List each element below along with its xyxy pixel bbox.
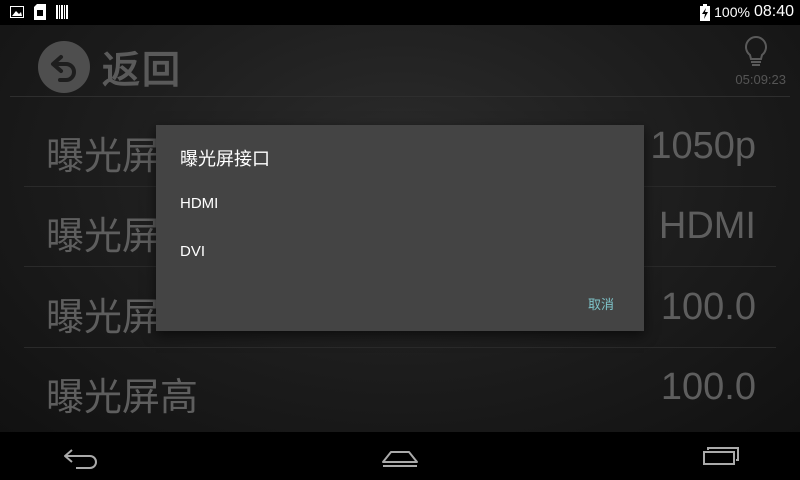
setting-value: HDMI: [658, 205, 756, 247]
battery-charging-icon: [700, 3, 711, 21]
back-button[interactable]: 返回: [38, 39, 182, 94]
elapsed-time: 05:09:23: [735, 72, 786, 87]
sdcard-icon: [34, 4, 46, 20]
nav-back-icon[interactable]: [60, 440, 100, 476]
status-bar: 100% 08:40: [0, 0, 800, 25]
setting-value: 100.0: [660, 286, 756, 328]
interface-select-dialog: 曝光屏接口 HDMI DVI 取消: [156, 125, 644, 331]
notification-icons: [10, 4, 68, 20]
setting-value: 100.0: [660, 366, 756, 408]
nav-recents-icon[interactable]: [700, 440, 740, 476]
image-icon: [10, 6, 24, 18]
setting-label: 曝光屏高: [46, 375, 199, 419]
battery-percent: 100%: [714, 4, 750, 20]
setting-label: 曝光屏: [46, 134, 161, 178]
status-time: 08:40: [753, 3, 794, 20]
system-status: 100% 08:40: [700, 3, 794, 21]
navigation-bar: [0, 432, 800, 480]
cancel-button[interactable]: 取消: [588, 294, 614, 313]
back-arrow-icon: [38, 40, 90, 93]
setting-row-height[interactable]: 曝光屏高 100.0: [24, 348, 776, 428]
header: 返回 05:09:23: [0, 25, 800, 97]
dialog-option-dvi[interactable]: DVI: [180, 243, 205, 260]
dialog-title: 曝光屏接口: [180, 149, 270, 170]
barcode-icon: [56, 5, 68, 19]
header-divider: [10, 96, 790, 97]
setting-value: 1050p: [650, 125, 756, 167]
nav-home-icon[interactable]: [380, 440, 420, 476]
back-label: 返回: [102, 48, 183, 92]
dialog-option-hdmi[interactable]: HDMI: [180, 195, 218, 212]
lightbulb-icon[interactable]: [742, 35, 770, 73]
setting-label: 曝光屏: [46, 214, 161, 258]
setting-label: 曝光屏: [46, 295, 161, 339]
